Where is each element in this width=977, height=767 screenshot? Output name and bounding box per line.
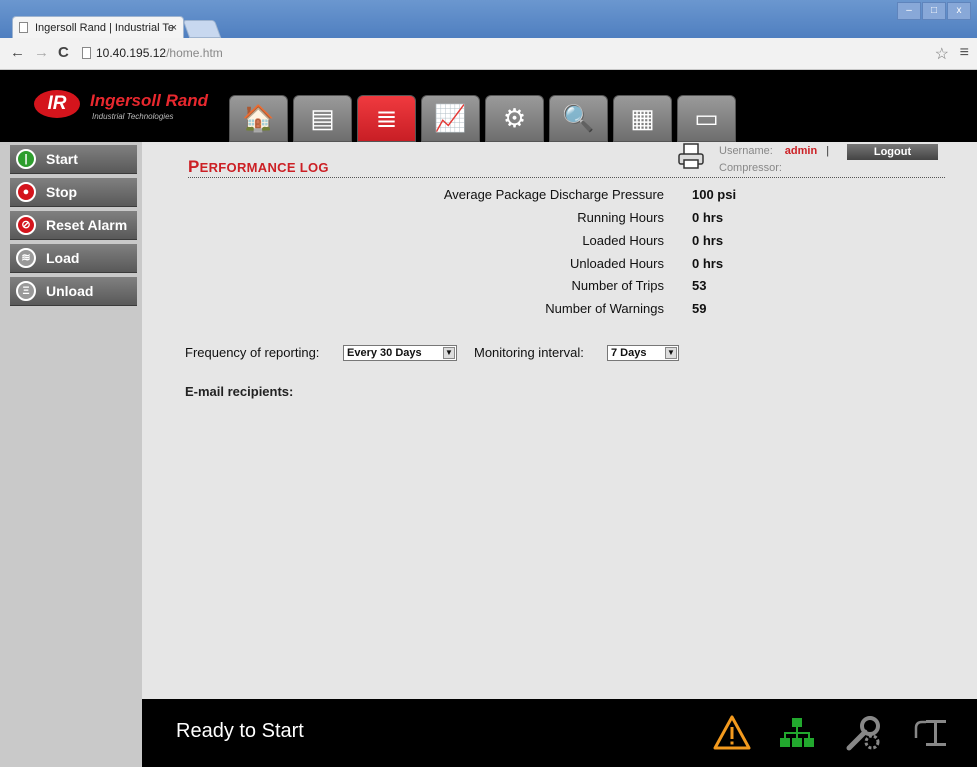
frequency-select[interactable]: Every 30 Days ▼	[343, 345, 457, 361]
interval-select[interactable]: 7 Days ▼	[607, 345, 679, 361]
dropdown-arrow-icon: ▼	[443, 347, 455, 359]
url-host: 10.40.195.12	[96, 46, 167, 60]
tab-inspect[interactable]: 🔍	[549, 95, 608, 142]
load-icon: ≋	[16, 248, 36, 268]
tab-settings[interactable]: ⚙	[485, 95, 544, 142]
start-button[interactable]: | Start	[10, 145, 137, 174]
dropdown-arrow-icon: ▼	[665, 347, 677, 359]
status-bar: Ready to Start	[142, 699, 977, 767]
logo-subtitle: Industrial Technologies	[92, 112, 174, 121]
power-icon: |	[16, 149, 36, 169]
stat-value: 59	[692, 301, 707, 316]
menu-icon[interactable]: ≡	[960, 44, 969, 62]
settings-list-icon: ⚙	[502, 103, 527, 133]
load-label: Load	[46, 250, 80, 266]
unload-label: Unload	[46, 283, 94, 299]
printer-icon[interactable]	[677, 142, 705, 170]
forward-icon[interactable]: →	[34, 44, 49, 61]
app-header: IR Ingersoll Rand Industrial Technologie…	[0, 70, 977, 142]
stop-button[interactable]: ● Stop	[10, 178, 137, 207]
title-divider	[188, 177, 945, 178]
unload-icon: Ξ	[16, 281, 36, 301]
browser-tab[interactable]: Ingersoll Rand | Industrial Te ×	[12, 16, 184, 38]
chart-icon: 📈	[434, 103, 467, 133]
page-icon	[19, 22, 28, 33]
logo-brand: Ingersoll Rand	[90, 91, 209, 110]
stat-label: Running Hours	[577, 210, 664, 225]
contact-card-icon: ▭	[694, 103, 719, 133]
interval-label: Monitoring interval:	[474, 345, 584, 360]
network-card-icon: ▦	[630, 103, 655, 133]
tab-performance-log[interactable]: ≣	[357, 95, 416, 142]
user-info: Username: admin |	[719, 145, 829, 157]
user-separator: |	[826, 145, 830, 157]
tab-title: Ingersoll Rand | Industrial Te	[35, 22, 175, 34]
stat-value: 0 hrs	[692, 256, 724, 271]
page-title: PERFORMANCE LOG	[188, 157, 329, 177]
sidebar: | Start ● Stop ⊘ Reset Alarm ≋ Load Ξ Un…	[0, 142, 142, 767]
stat-value: 0 hrs	[692, 233, 724, 248]
tab-chart[interactable]: 📈	[421, 95, 480, 142]
page-title-initial: P	[188, 157, 200, 176]
report-icon: ▤	[310, 103, 335, 133]
username-label: Username:	[719, 145, 773, 157]
back-icon[interactable]: ←	[10, 44, 25, 61]
stat-label: Average Package Discharge Pressure	[443, 187, 664, 202]
stat-label: Number of Trips	[571, 278, 664, 293]
address-bar: ← → C 10.40.195.12/home.htm ☆ ≡	[0, 38, 977, 70]
network-icon[interactable]	[778, 714, 816, 752]
nav-tabs: 🏠 ▤ ≣ 📈 ⚙ 🔍 ▦ ▭	[229, 95, 736, 142]
username-value: admin	[784, 145, 818, 157]
window-controls: – □ x	[897, 2, 971, 20]
stat-value: 0 hrs	[692, 210, 724, 225]
reset-icon: ⊘	[16, 215, 36, 235]
url-path: /home.htm	[166, 46, 223, 60]
logout-button[interactable]: Logout	[847, 144, 938, 160]
performance-log-icon: ≣	[375, 103, 398, 133]
logo-mark: IR	[34, 90, 80, 118]
stop-label: Stop	[46, 184, 78, 200]
ingersoll-rand-logo: IR Ingersoll Rand Industrial Technologie…	[34, 90, 208, 121]
frequency-value: Every 30 Days	[347, 347, 422, 359]
stat-value: 53	[692, 278, 707, 293]
main-panel: PERFORMANCE LOG Username: admin | Compres…	[142, 142, 977, 699]
frequency-label: Frequency of reporting:	[185, 345, 320, 360]
home-icon: 🏠	[242, 103, 275, 133]
bookmark-star-icon[interactable]: ☆	[935, 44, 949, 64]
stat-label: Number of Warnings	[545, 301, 664, 316]
service-icon[interactable]	[845, 714, 883, 752]
stat-label: Loaded Hours	[582, 233, 664, 248]
reload-icon[interactable]: C	[58, 44, 69, 61]
start-label: Start	[46, 151, 78, 167]
maximize-button[interactable]: □	[922, 2, 946, 20]
reset-alarm-label: Reset Alarm	[46, 217, 128, 233]
stop-icon: ●	[16, 182, 36, 202]
tab-close-icon[interactable]: ×	[171, 17, 177, 38]
close-window-button[interactable]: x	[947, 2, 971, 20]
inspect-icon: 🔍	[562, 103, 595, 133]
warning-icon[interactable]	[713, 714, 751, 752]
interval-value: 7 Days	[611, 347, 647, 359]
tab-network[interactable]: ▦	[613, 95, 672, 142]
tab-report[interactable]: ▤	[293, 95, 352, 142]
new-tab-button[interactable]	[182, 20, 222, 38]
stat-label: Unloaded Hours	[570, 256, 664, 271]
load-button[interactable]: ≋ Load	[10, 244, 137, 273]
tab-contact[interactable]: ▭	[677, 95, 736, 142]
tab-home[interactable]: 🏠	[229, 95, 288, 142]
page-title-rest: ERFORMANCE LOG	[199, 160, 329, 175]
email-recipients-label: E-mail recipients:	[185, 384, 294, 399]
url-field[interactable]: 10.40.195.12/home.htm	[96, 46, 223, 60]
stat-value: 100 psi	[692, 187, 737, 202]
compressor-label: Compressor:	[719, 162, 782, 174]
status-text: Ready to Start	[176, 720, 304, 742]
minimize-button[interactable]: –	[897, 2, 921, 20]
browser-titlebar: Ingersoll Rand | Industrial Te × – □ x	[0, 0, 977, 38]
page-icon	[82, 47, 91, 59]
unload-button[interactable]: Ξ Unload	[10, 277, 137, 306]
reset-alarm-button[interactable]: ⊘ Reset Alarm	[10, 211, 137, 240]
unload-status-icon[interactable]	[912, 714, 950, 752]
